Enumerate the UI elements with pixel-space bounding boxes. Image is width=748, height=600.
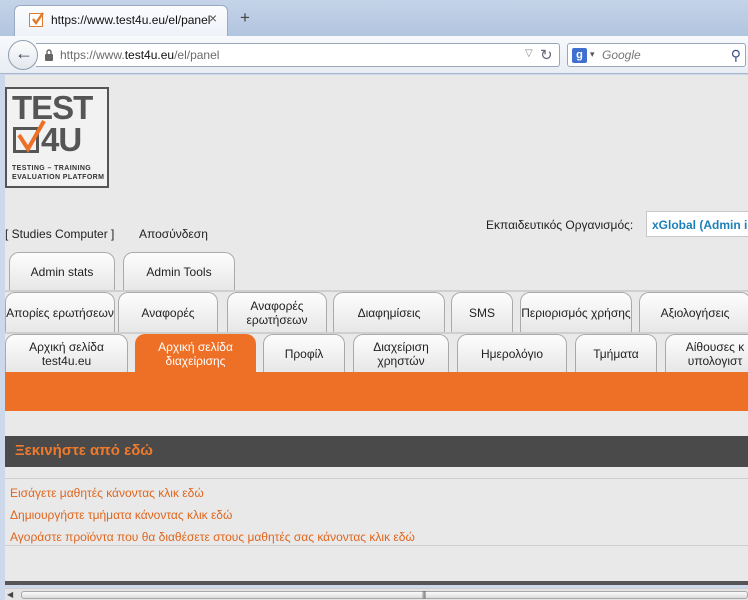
tab-label: Αναφορές ερωτήσεων (246, 298, 308, 327)
tab-profile[interactable]: Προφίλ (263, 334, 345, 372)
tab-usage-limit[interactable]: Περιορισμός χρήσης (520, 292, 632, 332)
scroll-left-icon[interactable]: ◀ (7, 590, 13, 599)
tab-label: Admin stats (30, 264, 94, 279)
tab-label: Διαφημίσεις (357, 305, 421, 320)
plus-icon[interactable]: + (240, 9, 250, 26)
tab-test4u-home[interactable]: Αρχική σελίδα test4u.eu (5, 334, 128, 372)
favicon-check-icon (29, 12, 44, 27)
browser-tab[interactable]: https://www.test4u.eu/el/panel × (14, 5, 228, 36)
google-icon[interactable]: g (572, 48, 587, 63)
tab-question-reports[interactable]: Αναφορές ερωτήσεων (227, 292, 327, 332)
logo-tagline-2: EVALUATION PLATFORM (12, 174, 105, 181)
organization-select[interactable]: xGlobal (Admin i (646, 211, 748, 237)
logo-tagline-1: TESTING – TRAINING (12, 165, 92, 172)
tab-label: SMS (468, 305, 495, 320)
search-engine-dropdown-icon[interactable]: ▾ (590, 49, 595, 60)
back-arrow-icon: ← (15, 43, 33, 63)
footer-bar (5, 581, 748, 585)
close-icon[interactable]: × (209, 11, 217, 25)
browser-window: https://www.test4u.eu/el/panel × + https… (0, 0, 748, 600)
tab-label: Διαχείριση χρηστών (373, 339, 429, 368)
tab-rooms-computers[interactable]: Αίθουσες κ υπολογιστ (665, 334, 748, 372)
tab-sms[interactable]: SMS (451, 292, 513, 332)
magnifier-icon[interactable]: ⚲ (731, 47, 741, 64)
tab-admin-stats[interactable]: Admin stats (9, 252, 115, 290)
tab-admin-tools[interactable]: Admin Tools (123, 252, 235, 290)
logo-word-4u: 4U (41, 121, 82, 158)
tab-strip: https://www.test4u.eu/el/panel × + (0, 0, 748, 36)
tab-label: Αναφορές (141, 305, 195, 320)
dropdown-icon[interactable]: ▽ (525, 48, 533, 59)
url-prefix: https://www. (60, 48, 125, 62)
current-user: [ Studies Computer ] (5, 227, 115, 241)
tab-label: Admin Tools (146, 264, 212, 279)
tab-label: Τμήματα (593, 346, 639, 361)
tab-classes[interactable]: Τμήματα (575, 334, 657, 372)
create-classes-link[interactable]: Δημιουργήστε τμήματα κάνοντας κλικ εδώ (10, 508, 232, 522)
section-title: Ξεκινήστε από εδώ (15, 442, 153, 459)
url-domain: test4u.eu (124, 48, 175, 62)
add-students-link[interactable]: Εισάγετε μαθητές κάνοντας κλικ εδώ (10, 486, 204, 500)
tab-question-issues[interactable]: Απορίες ερωτήσεων (5, 292, 115, 332)
tab-label: Αρχική σελίδα διαχείρισης (158, 339, 233, 368)
tab-label: Αίθουσες κ υπολογιστ (685, 339, 745, 368)
tab-admin-home[interactable]: Αρχική σελίδα διαχείρισης (135, 334, 256, 372)
active-tab-band (5, 372, 748, 411)
buy-products-link[interactable]: Αγοράστε προϊόντα που θα διαθέσετε στους… (10, 530, 415, 544)
tab-label: Περιορισμός χρήσης (521, 305, 631, 320)
quick-links-panel: Εισάγετε μαθητές κάνοντας κλικ εδώ Δημιο… (5, 478, 748, 546)
organization-value: xGlobal (Admin i (652, 218, 748, 232)
tab-label: Αρχική σελίδα test4u.eu (29, 339, 104, 368)
grip-icon: ||| (422, 590, 426, 599)
tab-evaluations[interactable]: Αξιολογήσεις (639, 292, 748, 332)
tab-title: https://www.test4u.eu/el/panel (51, 13, 211, 27)
tab-label: Απορίες ερωτήσεων (6, 305, 114, 320)
logout-link[interactable]: Αποσύνδεση (139, 227, 208, 241)
horizontal-scrollbar[interactable]: ◀ ||| (5, 588, 748, 600)
back-button[interactable]: ← (8, 40, 38, 70)
test4u-logo[interactable]: TEST 4U TESTING – TRAINING EVALUATION PL… (5, 87, 109, 188)
tab-calendar[interactable]: Ημερολόγιο (457, 334, 567, 372)
search-input[interactable]: Google (602, 48, 641, 62)
tab-advertisements[interactable]: Διαφημίσεις (333, 292, 445, 332)
lock-icon (45, 49, 53, 61)
tab-label: Ημερολόγιο (480, 346, 544, 361)
url-bar[interactable]: https://www.test4u.eu/el/panel ▽ ↻ (36, 43, 560, 67)
tab-user-management[interactable]: Διαχείριση χρηστών (353, 334, 449, 372)
navigation-bar: https://www.test4u.eu/el/panel ▽ ↻ ← g ▾… (0, 36, 748, 74)
tab-label: Προφίλ (284, 346, 324, 361)
page-content: TEST 4U TESTING – TRAINING EVALUATION PL… (5, 75, 748, 585)
tab-label: Αξιολογήσεις (660, 305, 730, 320)
scrollbar-thumb[interactable]: ||| (21, 590, 748, 599)
url-path: /el/panel (174, 48, 220, 62)
url-text: https://www.test4u.eu/el/panel (60, 48, 219, 62)
search-bar[interactable]: g ▾ Google ⚲ (567, 43, 746, 67)
organization-label: Εκπαιδευτικός Οργανισμός: (486, 218, 634, 232)
section-header: Ξεκινήστε από εδώ (5, 436, 748, 467)
reload-icon[interactable]: ↻ (540, 46, 553, 64)
tab-reports[interactable]: Αναφορές (118, 292, 218, 332)
